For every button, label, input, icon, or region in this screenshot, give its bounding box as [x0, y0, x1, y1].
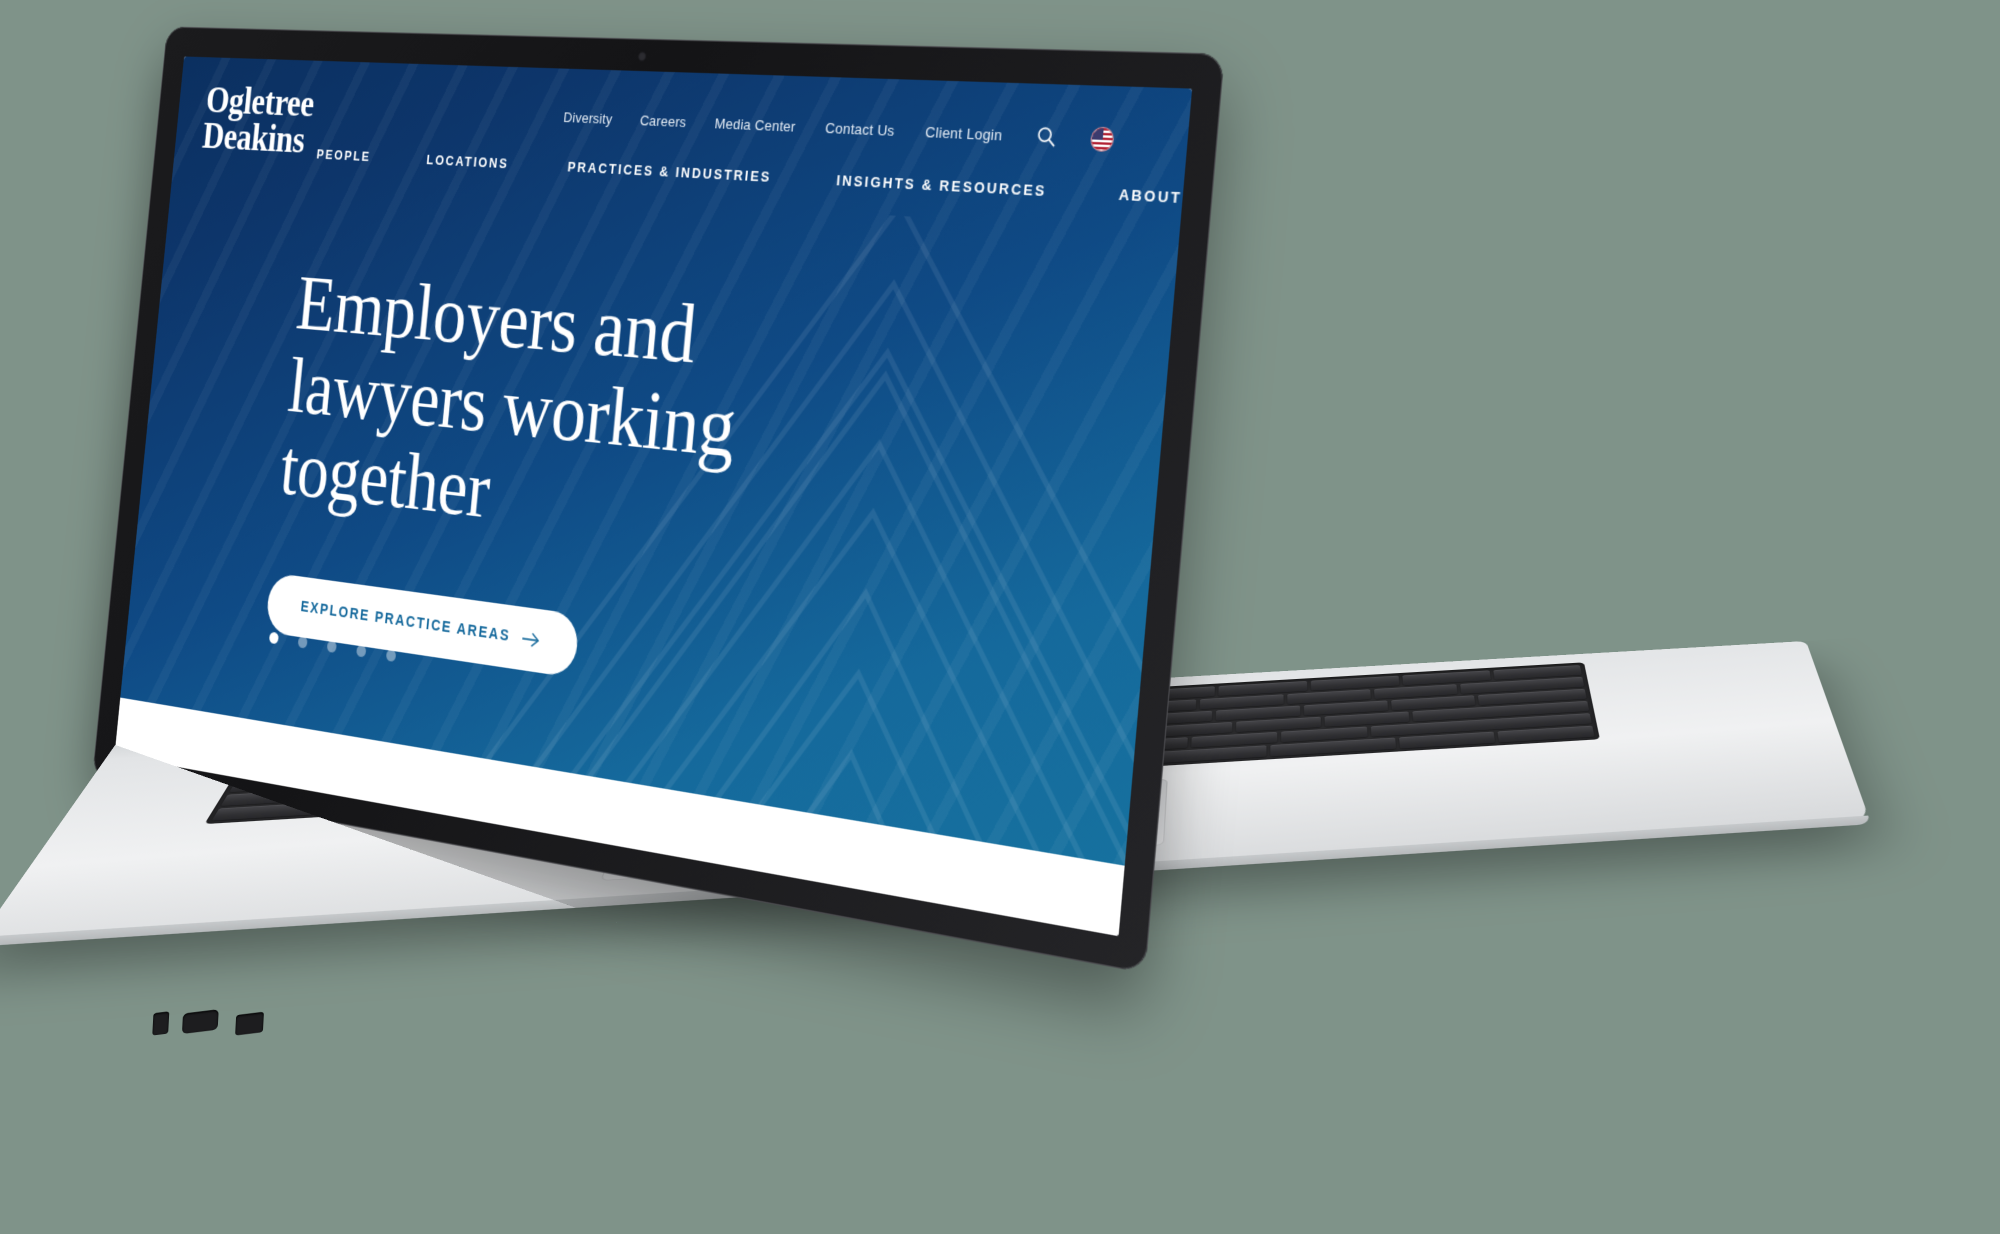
- hdmi-port: [181, 1009, 219, 1034]
- logo-line-2: Deakins: [200, 114, 307, 162]
- carousel-dot-4[interactable]: [356, 644, 367, 658]
- explore-practice-areas-label: EXPLORE PRACTICE AREAS: [299, 598, 512, 645]
- carousel-dot-2[interactable]: [297, 635, 308, 649]
- us-flag-globe-icon[interactable]: [1089, 125, 1115, 152]
- arrow-right-icon: [522, 631, 542, 649]
- nav-item-people[interactable]: PEOPLE: [316, 146, 372, 164]
- magsafe-port: [152, 1011, 170, 1036]
- site-logo[interactable]: Ogletree Deakins: [200, 79, 316, 162]
- nav-item-locations[interactable]: LOCATIONS: [426, 152, 510, 172]
- hero-title: Employers and lawyers working together: [276, 259, 740, 536]
- utility-link-client-login[interactable]: Client Login: [925, 123, 1004, 143]
- search-icon[interactable]: [1033, 123, 1059, 150]
- nav-item-insights-and-resources[interactable]: INSIGHTS & RESOURCES: [836, 172, 1048, 200]
- carousel-dot-3[interactable]: [326, 640, 337, 654]
- utility-link-diversity[interactable]: Diversity: [563, 109, 613, 127]
- utility-link-careers[interactable]: Careers: [639, 112, 687, 130]
- laptop-device: Ogletree Deakins Diversity Careers Media…: [0, 0, 2000, 1234]
- carousel-dot-1[interactable]: [268, 631, 279, 645]
- webcam-icon: [637, 51, 647, 62]
- carousel-dot-5[interactable]: [385, 649, 397, 663]
- utility-link-contact-us[interactable]: Contact Us: [825, 119, 896, 139]
- utility-navigation: Diversity Careers Media Center Contact U…: [563, 105, 1115, 152]
- explore-practice-areas-button[interactable]: EXPLORE PRACTICE AREAS: [265, 572, 581, 678]
- screenshot-canvas: Ogletree Deakins Diversity Careers Media…: [0, 0, 2000, 1234]
- nav-item-practices-and-industries[interactable]: PRACTICES & INDUSTRIES: [567, 159, 772, 186]
- sd-card-slot: [235, 1011, 264, 1036]
- hero-content: Employers and lawyers working together E…: [265, 259, 805, 707]
- flag-canton: [1091, 127, 1104, 140]
- utility-link-media-center[interactable]: Media Center: [714, 115, 796, 135]
- laptop-side-ports: [149, 980, 311, 1060]
- nav-item-about-us[interactable]: ABOUT US: [1118, 186, 1192, 209]
- main-navigation: PEOPLE LOCATIONS PRACTICES & INDUSTRIES …: [316, 146, 1192, 208]
